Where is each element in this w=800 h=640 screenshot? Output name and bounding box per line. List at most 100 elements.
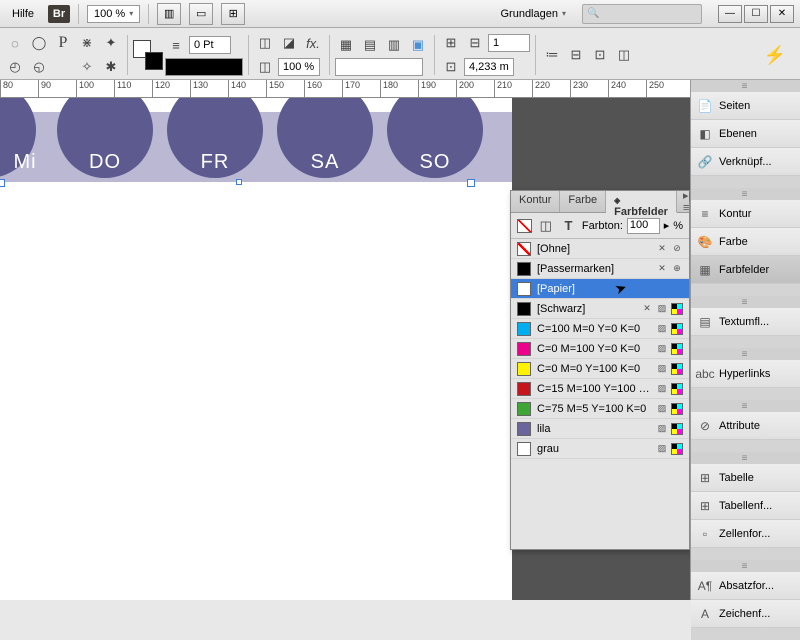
swatch-row[interactable]: C=100 M=0 Y=0 K=0▨ [511,319,689,339]
workspace-switcher[interactable]: Grundlagen [500,8,566,20]
swatch-row[interactable]: C=75 M=5 Y=100 K=0▨ [511,399,689,419]
align-icon[interactable]: ⊟ [565,44,587,66]
swatch-row[interactable]: [Passermarken]✕⊕ [511,259,689,279]
swatch-row[interactable]: C=15 M=100 Y=100 K=0▨ [511,379,689,399]
panel-item-textumfl[interactable]: ▤Textumfl... [691,308,800,336]
swatch-row[interactable]: C=0 M=100 Y=0 K=0▨ [511,339,689,359]
arrange-button[interactable]: ⊞ [221,3,245,25]
tool-icon[interactable]: ✧ [76,56,98,78]
nodelete-icon: ⊘ [671,243,683,255]
opacity-field[interactable]: 100 % [278,58,320,76]
fill-stroke-swatch[interactable] [133,40,163,70]
tab-farbfelder[interactable]: Farbfelder [606,191,677,213]
swatch-row[interactable]: [Ohne]✕⊘ [511,239,689,259]
tool-icon[interactable]: ◯ [28,32,50,54]
calendar-header-object[interactable]: MiDOFRSASO [0,112,512,182]
wrap-icon[interactable]: ▤ [359,34,381,56]
container-formatting-icon[interactable]: ◫ [536,215,555,237]
tool-icon[interactable]: P [52,32,74,54]
ruler-tick: 120 [152,80,170,98]
calendar-day[interactable]: FR [160,112,270,182]
panel-item-kontur[interactable]: ≡Kontur [691,200,800,228]
swatch-row[interactable]: lila▨ [511,419,689,439]
fx-button[interactable]: fx. [302,32,324,54]
tool-icon[interactable]: ✱ [100,56,122,78]
panel-item-attribute[interactable]: ⊘Attribute [691,412,800,440]
columns-icon[interactable]: ⊟ [464,32,486,54]
columns-icon[interactable]: ⊞ [440,32,462,54]
calendar-day[interactable]: Mi [0,112,50,182]
panel-grip[interactable] [691,560,800,572]
swatch-row[interactable]: grau▨ [511,439,689,459]
text-formatting-icon[interactable]: T [559,215,578,237]
panel-item-farbfelder[interactable]: ▦Farbfelder [691,256,800,284]
cmyk-icon [671,383,683,395]
tab-farbe[interactable]: Farbe [560,191,606,212]
close-button[interactable]: ✕ [770,5,794,23]
panel-item-hyperlinks[interactable]: abcHyperlinks [691,360,800,388]
panel-item-seiten[interactable]: 📄Seiten [691,92,800,120]
ruler-tick: 250 [646,80,664,98]
bridge-button[interactable]: Br [48,5,70,23]
view-options-button[interactable]: ▥ [157,3,181,25]
effects-drop-icon[interactable]: ◪ [278,32,300,54]
swatch-name: C=0 M=0 Y=100 K=0 [537,363,650,375]
tool-icon[interactable]: ⋇ [76,32,98,54]
page-field[interactable]: 1 [488,34,530,52]
panel-item-absatzfor[interactable]: A¶Absatzfor... [691,572,800,600]
stroke-weight-field[interactable]: 0 Pt [189,36,231,54]
panel-grip[interactable] [691,296,800,308]
search-input[interactable] [582,4,702,24]
help-menu[interactable]: Hilfe [6,6,40,22]
ruler-tick: 220 [532,80,550,98]
zoom-level-select[interactable]: 100 % [87,5,140,23]
panel-item-zeichenf[interactable]: AZeichenf... [691,600,800,628]
tool-icon[interactable]: ◵ [28,56,50,78]
panel-item-verknpf[interactable]: 🔗Verknüpf... [691,148,800,176]
tool-icon[interactable]: ✦ [100,32,122,54]
minimize-button[interactable]: — [718,5,742,23]
panel-item-tabelle[interactable]: ⊞Tabelle [691,464,800,492]
effects-corner-icon[interactable]: ◫ [254,32,276,54]
fill-proxy[interactable] [517,219,532,233]
wrap-icon[interactable]: ▦ [335,34,357,56]
panel-label: Kontur [719,208,751,220]
align-icon[interactable]: ≔ [541,44,563,66]
panel-item-zellenfor[interactable]: ▫Zellenfor... [691,520,800,548]
wrap-offset-field[interactable] [335,58,423,76]
tab-kontur[interactable]: Kontur [511,191,560,212]
quick-apply-icon[interactable]: ⚡ [754,45,796,66]
calendar-day[interactable]: SA [270,112,380,182]
stroke-style-select[interactable] [165,58,243,76]
panel-label: Textumfl... [719,316,769,328]
tool-icon[interactable] [52,56,74,78]
swatch-flags: ▨ [656,363,683,375]
swatch-row[interactable]: C=0 M=0 Y=100 K=0 ▨ [511,359,689,379]
maximize-button[interactable]: ☐ [744,5,768,23]
panel-grip[interactable] [691,348,800,360]
panel-grip[interactable] [691,80,800,92]
swatch-row[interactable]: [Schwarz]✕▨ [511,299,689,319]
tint-input[interactable]: 100 [627,218,660,234]
wrap-icon[interactable]: ▥ [383,34,405,56]
wrap-icon[interactable]: ▣ [407,34,429,56]
gutter-field[interactable]: 4,233 m [464,58,514,76]
swatch-name: lila [537,423,650,435]
gutter-icon[interactable]: ⊡ [440,56,462,78]
tool-icon[interactable]: ◴ [4,56,26,78]
calendar-day[interactable]: DO [50,112,160,182]
align-icon[interactable]: ⊡ [589,44,611,66]
panel-grip[interactable] [691,452,800,464]
panel-item-ebenen[interactable]: ◧Ebenen [691,120,800,148]
panel-item-tabellenf[interactable]: ⊞Tabellenf... [691,492,800,520]
panel-grip[interactable] [691,188,800,200]
swatch-row[interactable]: [Papier] [511,279,689,299]
tool-icon[interactable]: ◌ [4,32,26,54]
panel-grip[interactable] [691,400,800,412]
screen-mode-button[interactable]: ▭ [189,3,213,25]
panel-item-farbe[interactable]: 🎨Farbe [691,228,800,256]
horizontal-ruler[interactable]: 8090100110120130140150160170180190200210… [0,80,800,98]
calendar-day[interactable]: SO [380,112,490,182]
align-icon[interactable]: ◫ [613,44,635,66]
panel-label: Tabellenf... [719,500,772,512]
